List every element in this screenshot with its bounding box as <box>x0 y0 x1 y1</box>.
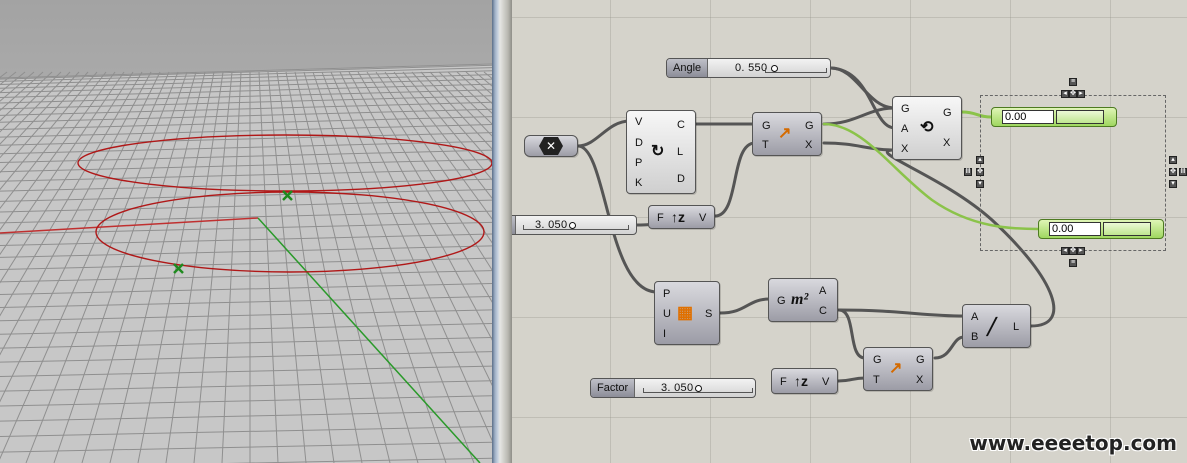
output-s[interactable]: S <box>705 308 712 320</box>
unit-z-component-2[interactable]: F V ↑z <box>771 368 838 394</box>
output-l[interactable]: L <box>677 146 683 158</box>
input-g[interactable]: G <box>762 120 771 132</box>
move-handle-center-2[interactable]: ✥ <box>1069 247 1077 255</box>
circle-icon: ↻ <box>651 143 665 160</box>
resize-handle-bottom[interactable]: ≡ <box>1069 259 1077 267</box>
input-t[interactable]: T <box>873 374 880 386</box>
output-v[interactable]: V <box>822 376 829 388</box>
input-t[interactable]: T <box>762 139 769 151</box>
unit-z-icon: ↑z <box>794 373 808 389</box>
circle-cnr-component[interactable]: V D P K C L D ↻ <box>626 110 696 194</box>
output-x[interactable]: X <box>943 137 950 149</box>
input-p[interactable]: P <box>635 157 642 169</box>
angle-slider-label: Angle <box>667 59 709 77</box>
input-d[interactable]: D <box>635 137 643 149</box>
svg-text:✕: ✕ <box>546 139 556 153</box>
splitter-bar[interactable] <box>492 0 512 463</box>
radius-slider-label: r <box>512 216 516 234</box>
input-p[interactable]: P <box>663 288 670 300</box>
move-icon: ↗ <box>889 360 903 377</box>
output-g[interactable]: G <box>805 120 814 132</box>
output-d[interactable]: D <box>677 173 685 185</box>
input-v[interactable]: V <box>635 116 642 128</box>
input-f[interactable]: F <box>780 376 787 388</box>
line-component[interactable]: A B L ╱ <box>962 304 1031 348</box>
output-x[interactable]: X <box>805 139 812 151</box>
panel-top-value: 0.00 <box>1002 110 1054 124</box>
move-handle-center[interactable]: ✥ <box>1069 90 1077 98</box>
move-component-2[interactable]: G T G X ↗ <box>863 347 933 391</box>
move-handle-up-left[interactable]: ▴ <box>976 156 984 164</box>
move-component-1[interactable]: G T G X ↗ <box>752 112 822 156</box>
move-handle-down-right[interactable]: ▾ <box>1169 180 1177 188</box>
output-c[interactable]: C <box>819 305 827 317</box>
radius-slider-knob[interactable] <box>569 222 576 229</box>
resize-handle-top[interactable]: ≡ <box>1069 78 1077 86</box>
input-k[interactable]: K <box>635 177 642 189</box>
factor-slider[interactable]: Factor 3. 050 <box>590 378 756 398</box>
panel-bottom-value: 0.00 <box>1049 222 1101 236</box>
move-handle-right[interactable]: ▸ <box>1077 90 1085 98</box>
input-u[interactable]: U <box>663 308 671 320</box>
input-a[interactable]: A <box>901 123 908 135</box>
move-handle-mid-right[interactable]: ✥ <box>1169 168 1177 176</box>
output-panel-top[interactable]: 0.00 <box>991 107 1117 127</box>
move-handle-left-2[interactable]: ◂ <box>1061 247 1069 255</box>
unit-z-icon: ↑z <box>671 209 685 225</box>
hexagon-icon: ✕ <box>539 137 563 155</box>
resize-handle-right[interactable]: Ⅲ <box>1179 168 1187 176</box>
input-g[interactable]: G <box>901 103 910 115</box>
move-handle-down-left[interactable]: ▾ <box>976 180 984 188</box>
rotate-component[interactable]: G A X G X ⟲ <box>892 96 962 160</box>
output-panel-bottom[interactable]: 0.00 <box>1038 219 1164 239</box>
geometry-param[interactable]: ✕ <box>524 135 578 157</box>
move-handle-up-right[interactable]: ▴ <box>1169 156 1177 164</box>
factor-slider-knob[interactable] <box>695 385 702 392</box>
input-f[interactable]: F <box>657 212 664 224</box>
input-i[interactable]: I <box>663 328 666 340</box>
factor-slider-label: Factor <box>591 379 636 397</box>
rhino-viewport[interactable] <box>0 0 492 463</box>
area-icon: m² <box>791 291 809 308</box>
line-icon: ╱ <box>987 319 997 336</box>
output-x[interactable]: X <box>916 374 923 386</box>
unit-z-component-1[interactable]: F V ↑z <box>648 205 715 229</box>
output-g[interactable]: G <box>943 107 952 119</box>
input-b[interactable]: B <box>971 331 978 343</box>
radius-slider[interactable]: r 3. 050 <box>512 215 637 235</box>
angle-slider-knob[interactable] <box>771 65 778 72</box>
watermark: www.eeeetop.com <box>969 431 1177 455</box>
rotate-icon: ⟲ <box>920 119 934 136</box>
surface-from-points-component[interactable]: P U I S ▦ <box>654 281 720 345</box>
output-v[interactable]: V <box>699 212 706 224</box>
input-g[interactable]: G <box>777 295 786 307</box>
viewport-grid <box>0 0 492 463</box>
move-handle-right-2[interactable]: ▸ <box>1077 247 1085 255</box>
angle-slider-value: 0. 550 <box>735 62 768 74</box>
output-l[interactable]: L <box>1013 321 1019 333</box>
surface-grid-icon: ▦ <box>677 303 694 322</box>
angle-slider[interactable]: Angle 0. 550 <box>666 58 831 78</box>
output-c[interactable]: C <box>677 119 685 131</box>
input-x[interactable]: X <box>901 143 908 155</box>
move-handle-left[interactable]: ◂ <box>1061 90 1069 98</box>
resize-handle-left[interactable]: Ⅲ <box>964 168 972 176</box>
move-icon: ↗ <box>778 125 792 142</box>
input-a[interactable]: A <box>971 311 978 323</box>
input-g[interactable]: G <box>873 354 882 366</box>
grasshopper-canvas[interactable]: Angle 0. 550 r 3. 050 Factor 3. 050 ✕ V … <box>512 0 1187 463</box>
output-a[interactable]: A <box>819 285 826 297</box>
output-g[interactable]: G <box>916 354 925 366</box>
area-component[interactable]: G A C m² <box>768 278 838 322</box>
move-handle-mid-left[interactable]: ✥ <box>976 168 984 176</box>
